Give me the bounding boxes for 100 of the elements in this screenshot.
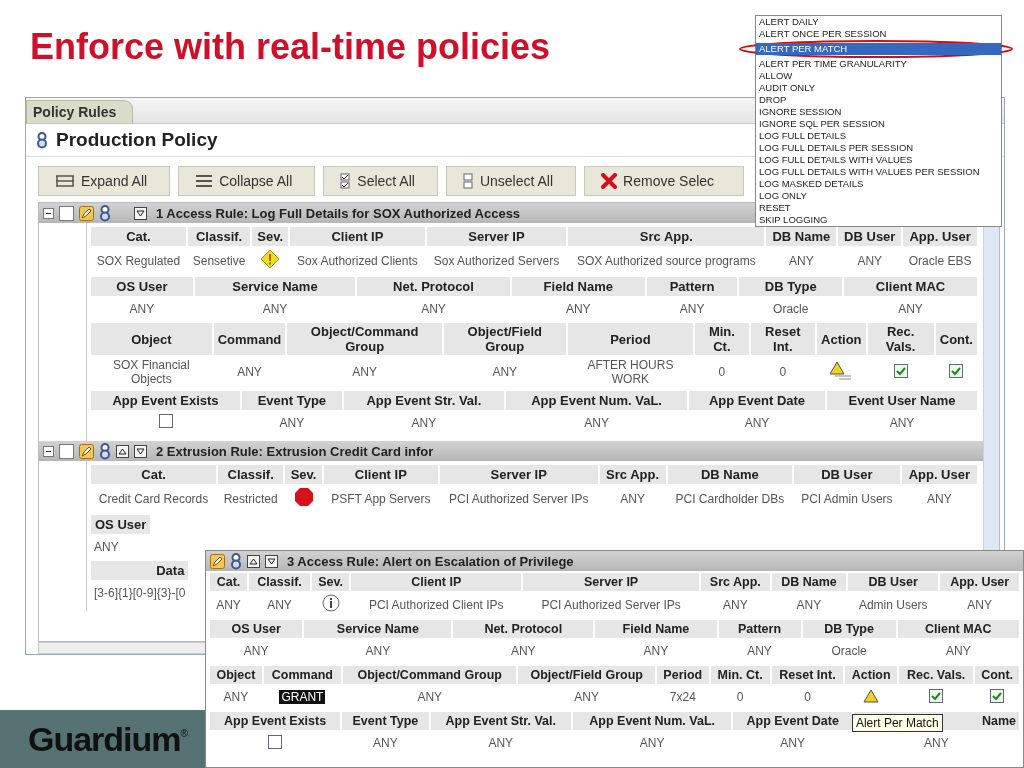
checkbox[interactable]	[949, 363, 964, 378]
column-header: DB User	[848, 573, 939, 591]
column-header: App Event Num. VaL.	[506, 391, 688, 410]
rule-header[interactable]: 2 Extrusion Rule: Extrusion Credit Card infor	[39, 441, 983, 461]
table-cell-text: PCI Admin Users	[800, 490, 894, 508]
table-cell-text: ANY	[638, 735, 666, 752]
column-header: Object/Field Group	[518, 666, 655, 684]
dropdown-option[interactable]: LOG MASKED DETAILS	[756, 178, 1001, 190]
collapse-toggle-icon[interactable]	[43, 445, 54, 457]
dropdown-option[interactable]: ALERT PER MATCH	[756, 43, 1001, 55]
edit-icon[interactable]	[79, 443, 94, 459]
checkbox[interactable]	[268, 734, 283, 749]
dropdown-option[interactable]: LOG FULL DETAILS PER SESSION	[756, 142, 1001, 154]
checkbox[interactable]	[990, 688, 1005, 703]
checkbox[interactable]	[59, 205, 74, 221]
tab[interactable]: Policy Rules	[26, 100, 134, 123]
table-cell-text: ANY	[278, 414, 306, 432]
toolbar-button[interactable]: Select All	[323, 166, 438, 196]
dropdown-option[interactable]: AUDIT ONLY	[756, 82, 1001, 94]
table-cell-text: SOX Regulated	[95, 252, 182, 270]
column-header: Field Name	[595, 620, 717, 638]
column-header: DB User	[838, 227, 902, 246]
rule-title: 2 Extrusion Rule: Extrusion Credit Card infor	[156, 443, 434, 459]
checkbox[interactable]	[158, 414, 173, 428]
column-header: DB Name	[766, 227, 837, 246]
column-header: Reset Int.	[750, 323, 816, 355]
column-header: Cat.	[91, 465, 217, 484]
table-cell-text: ANY	[743, 414, 771, 432]
column-header: Object/Command Group	[287, 323, 442, 355]
column-header: Net. Protocol	[453, 620, 594, 638]
slide-title: Enforce with real-time policies	[29, 25, 551, 69]
table-cell-text: ANY	[215, 596, 242, 614]
table-cell-text: ANY	[926, 490, 953, 508]
column-header: App Event Str. Val.	[430, 712, 571, 730]
column-header: DB Type	[739, 277, 843, 296]
column-header: App. User	[903, 227, 977, 246]
pin-icon	[230, 552, 242, 570]
column-header: Service Name	[194, 277, 356, 296]
dropdown-option[interactable]: ALERT DAILY	[756, 16, 1001, 28]
expand-icon	[55, 174, 75, 188]
table-cell-text: ANY	[678, 300, 706, 318]
column-header: Command	[263, 666, 342, 684]
table-cell-text: PSFT App Servers	[330, 490, 432, 508]
dropdown-option[interactable]: IGNORE SESSION	[756, 106, 1001, 118]
column-header: Src App.	[700, 573, 770, 591]
table-cell-text: [3-6]{1}[0-9]{3}-[0	[93, 584, 187, 602]
table-cell-text: ANY	[897, 300, 924, 318]
column-header: Field Name	[511, 277, 645, 296]
dropdown-option[interactable]: ALERT PER TIME GRANULARITY	[756, 58, 1001, 70]
column-header: Event User Name	[826, 391, 977, 410]
rule-header[interactable]: 3 Access Rule: Alert on Escalation of Privilege	[206, 551, 1023, 571]
dropdown-option[interactable]: ALERT ONCE PER SESSION	[756, 28, 1001, 40]
column-header: Server IP	[523, 573, 699, 591]
toolbar-button[interactable]: Unselect All	[445, 166, 577, 196]
table-cell-text: ANY	[93, 538, 120, 556]
dropdown-option[interactable]: IGNORE SQL PER SESSION	[756, 118, 1001, 130]
column-header: Cont.	[935, 323, 977, 355]
selected-text: GRANT	[279, 690, 326, 704]
toolbar-button[interactable]: Collapse All	[178, 166, 316, 196]
empty-box-stack-icon	[462, 173, 474, 189]
table-cell-text: PCI Authorized Server IPs	[540, 596, 682, 614]
column-header: Sev.	[252, 227, 289, 246]
dropdown-option[interactable]: DROP	[756, 94, 1001, 106]
rule-title: 3 Access Rule: Alert on Escalation of Privilege	[287, 553, 574, 569]
toolbar-button[interactable]: Expand All	[38, 166, 171, 196]
remove-icon	[601, 173, 618, 189]
checkbox[interactable]	[893, 363, 908, 378]
checkbox[interactable]	[59, 443, 74, 459]
collapse-icon	[195, 174, 214, 188]
rule-title: 1 Access Rule: Log Full Details for SOX Authorized Access	[156, 205, 521, 221]
dropdown-option[interactable]: LOG FULL DETAILS WITH VALUES PER SESSION	[756, 166, 1001, 178]
column-header: Name	[981, 714, 1016, 728]
table-cell-text: ANY	[966, 596, 993, 614]
column-header: App. User	[940, 573, 1019, 591]
column-header: DB User	[794, 465, 900, 484]
table-cell-text: ANY	[642, 643, 670, 660]
edit-icon[interactable]	[210, 553, 225, 569]
edit-icon[interactable]	[79, 205, 94, 221]
table-cell-text: Sensetive	[191, 252, 247, 270]
table-cell-text: PCI Authorized Client IPs	[367, 596, 505, 614]
column-header: Server IP	[439, 465, 598, 484]
column-header: Rec. Vals.	[899, 666, 974, 684]
column-header: Object	[210, 666, 262, 684]
column-header: Net. Protocol	[357, 277, 510, 296]
table-cell-text: Sox Authorized Servers	[432, 252, 561, 270]
column-header: DB Name	[771, 573, 847, 591]
toolbar-button[interactable]: Remove Selec	[584, 166, 745, 196]
pin-icon	[36, 131, 48, 149]
checkbox[interactable]	[929, 688, 944, 703]
dropdown-option[interactable]: ALLOW	[756, 70, 1001, 82]
table-cell-text: Credit Card Records	[97, 490, 210, 508]
column-header: Pattern	[646, 277, 738, 296]
collapse-toggle-icon[interactable]	[43, 207, 54, 219]
dropdown-option[interactable]: LOG ONLY	[756, 190, 1001, 202]
column-header: Data	[91, 561, 189, 580]
table-cell-text: ANY	[619, 490, 646, 508]
column-header: Src App.	[568, 227, 765, 246]
table-cell-text: ANY	[779, 735, 807, 752]
dropdown-option[interactable]: LOG FULL DETAILS WITH VALUES	[756, 154, 1001, 166]
dropdown-option[interactable]: LOG FULL DETAILS	[756, 130, 1001, 142]
